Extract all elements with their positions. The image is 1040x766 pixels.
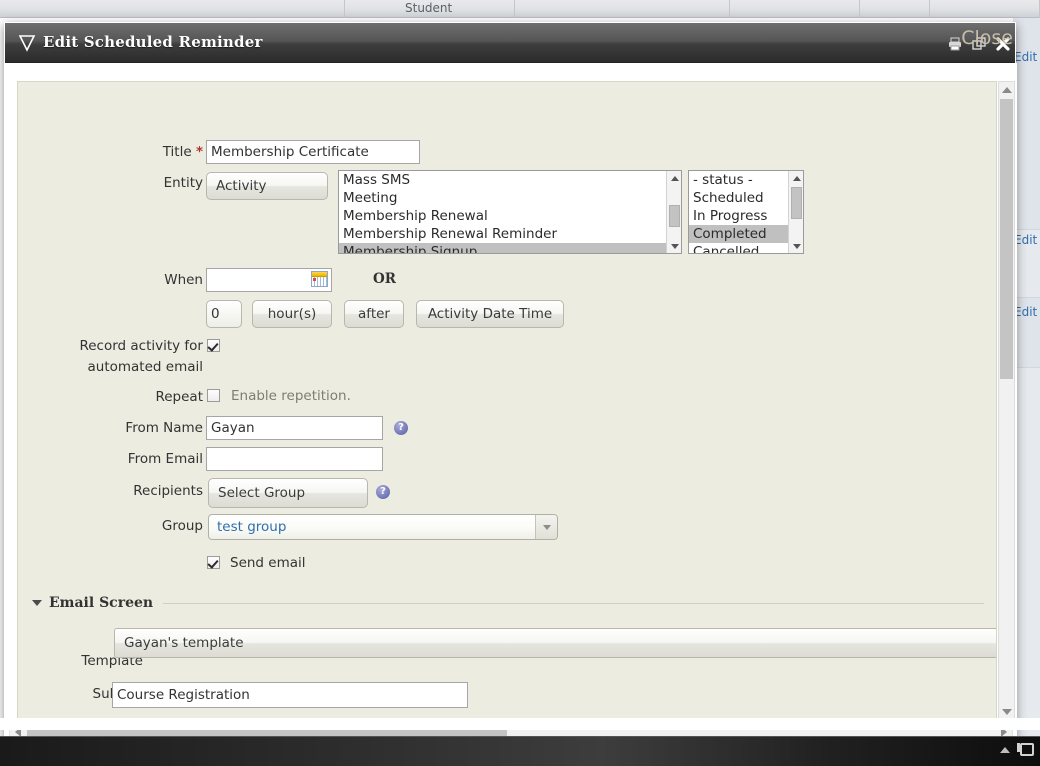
list-item-selected[interactable]: Membership Signup <box>339 243 666 253</box>
group-label: Group <box>161 518 203 534</box>
title-input[interactable] <box>206 140 420 164</box>
recipients-label: Recipients <box>133 483 203 499</box>
os-taskbar <box>0 736 1040 766</box>
scroll-down-icon[interactable] <box>667 239 681 253</box>
list-item[interactable]: Membership Renewal Reminder <box>339 225 666 243</box>
background-column-header-student: Student <box>405 1 453 15</box>
subject-input[interactable] <box>112 682 468 708</box>
when-unit-button[interactable]: hour(s) <box>252 300 332 328</box>
system-tray <box>1000 743 1034 756</box>
entity-list-items: Mass SMS Meeting Membership Renewal Memb… <box>339 171 666 253</box>
from-email-label: From Email <box>127 451 203 467</box>
background-table-header: Student <box>0 0 1040 18</box>
list-item[interactable]: In Progress <box>689 207 788 225</box>
network-icon[interactable] <box>1017 743 1034 756</box>
dialog-scroll-pane: Title * Entity Activity Mass SMS Meeting… <box>17 81 997 721</box>
send-email-checkbox[interactable] <box>207 556 220 569</box>
background-th-cell <box>930 0 1040 18</box>
background-edit-link[interactable]: Edit <box>1014 233 1037 247</box>
dialog-titlebar: Edit Scheduled Reminder Close <box>5 23 1015 63</box>
send-email-label: Send email <box>230 555 306 571</box>
from-name-label: From Name <box>125 420 203 436</box>
when-amount-input[interactable] <box>206 300 242 328</box>
repeat-field-label: Repeat <box>155 389 203 405</box>
scroll-down-icon[interactable] <box>789 239 803 253</box>
restore-window-icon[interactable] <box>971 36 987 52</box>
desktop-strip <box>0 718 1040 730</box>
edit-scheduled-reminder-dialog: Edit Scheduled Reminder Close Title * Me… <box>4 22 1017 741</box>
list-item[interactable]: Meeting <box>339 189 666 207</box>
collapse-triangle-icon[interactable] <box>32 600 42 606</box>
form-vertical-scrollbar[interactable] <box>998 81 1015 721</box>
use-template-select[interactable]: Gayan's template <box>114 628 996 658</box>
dialog-body: Title * Entity Activity Mass SMS Meeting… <box>5 63 1017 741</box>
list-item[interactable]: - status - <box>689 171 788 189</box>
scrollbar-thumb[interactable] <box>791 187 802 219</box>
background-th-cell <box>515 0 730 18</box>
tray-arrow-icon[interactable] <box>1000 746 1010 753</box>
status-list-scrollbar[interactable] <box>788 171 803 253</box>
list-item[interactable]: Membership Renewal <box>339 207 666 225</box>
chevron-down-icon[interactable] <box>535 515 557 539</box>
required-marker: * <box>195 144 203 160</box>
scroll-up-icon[interactable] <box>667 171 681 185</box>
recipients-help-icon[interactable]: ? <box>376 485 390 499</box>
entity-field-label: Entity <box>163 175 203 191</box>
record-activity-checkbox[interactable] <box>207 339 220 352</box>
print-icon[interactable] <box>947 36 963 52</box>
dialog-title: Edit Scheduled Reminder <box>43 33 263 51</box>
background-edit-link[interactable]: Edit <box>1014 305 1037 319</box>
select-group-button[interactable]: Select Group <box>208 478 368 508</box>
repeat-checkbox[interactable] <box>207 389 220 402</box>
calendar-icon[interactable] <box>311 271 328 287</box>
section-divider <box>163 602 984 604</box>
list-item[interactable]: Mass SMS <box>339 171 666 189</box>
scrollbar-thumb[interactable] <box>1000 99 1013 379</box>
when-direction-button[interactable]: after <box>344 300 404 328</box>
entity-list-scrollbar[interactable] <box>666 171 681 253</box>
scroll-up-icon[interactable] <box>789 171 803 185</box>
flag-triangle-icon <box>17 33 37 53</box>
scroll-up-icon[interactable] <box>999 82 1014 98</box>
from-name-help-icon[interactable]: ? <box>394 421 408 435</box>
status-list-items: - status - Scheduled In Progress Complet… <box>689 171 788 253</box>
from-name-input[interactable] <box>206 416 383 440</box>
when-anchor-button[interactable]: Activity Date Time <box>416 300 564 328</box>
from-email-input[interactable] <box>206 447 383 471</box>
email-screen-section-header: Email Screen <box>32 595 984 611</box>
or-separator-label: OR <box>373 271 396 287</box>
scrollbar-thumb[interactable] <box>669 205 680 227</box>
list-item[interactable]: Scheduled <box>689 189 788 207</box>
title-field-label: Title * <box>162 144 203 160</box>
background-th-cell <box>730 0 860 18</box>
background-th-cell <box>860 0 930 18</box>
section-title: Email Screen <box>49 595 154 611</box>
entity-list-box[interactable]: Mass SMS Meeting Membership Renewal Memb… <box>338 170 682 254</box>
status-list-box[interactable]: - status - Scheduled In Progress Complet… <box>688 170 804 254</box>
background-th-cell <box>0 0 345 18</box>
close-icon[interactable] <box>995 36 1011 52</box>
record-activity-label-line1: Record activity for <box>79 338 203 354</box>
list-item[interactable]: Cancelled <box>689 243 788 253</box>
background-edit-link[interactable]: Edit <box>1014 50 1037 64</box>
background-table-row <box>1013 368 1040 738</box>
record-activity-label-line2: automated email <box>87 359 204 375</box>
repeat-checkbox-text: Enable repetition. <box>231 388 351 404</box>
group-select[interactable]: test group <box>208 514 558 540</box>
when-field-label: When <box>164 272 203 288</box>
list-item-selected[interactable]: Completed <box>689 225 788 243</box>
group-select-value: test group <box>217 519 287 535</box>
entity-type-button[interactable]: Activity <box>206 172 328 200</box>
